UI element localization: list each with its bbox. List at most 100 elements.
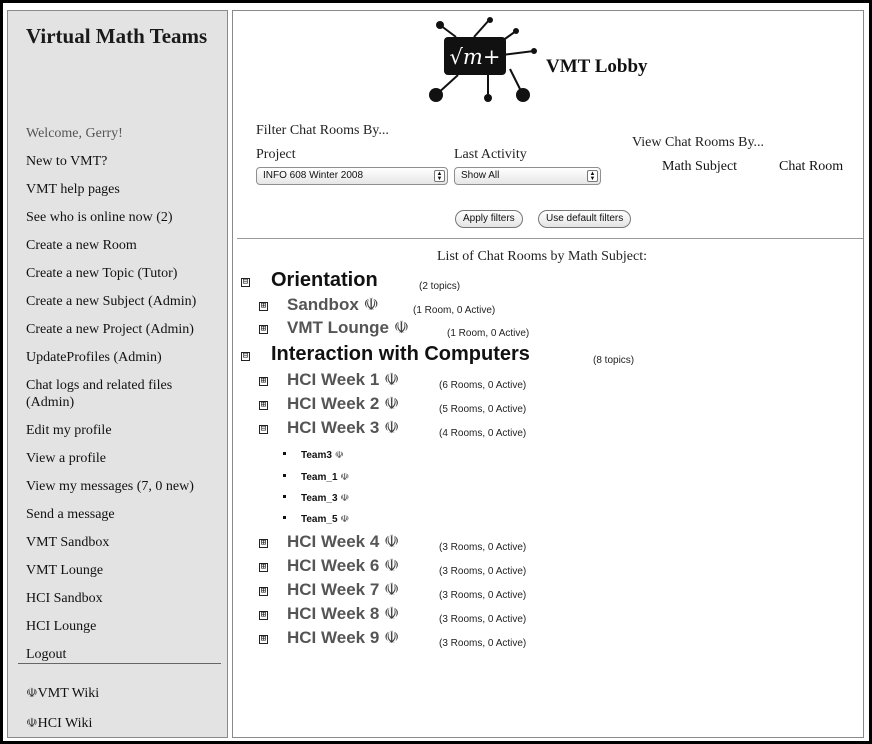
expand-toggle-icon[interactable]: ⊞ <box>259 377 268 386</box>
use-default-filters-button[interactable]: Use default filters <box>538 210 632 228</box>
people-icon: ☫ <box>334 450 344 461</box>
topic-room-count: (3 Rooms, 0 Active) <box>439 566 527 577</box>
sidebar-link-help-pages[interactable]: VMT help pages <box>26 181 120 198</box>
page-title: VMT Lobby <box>546 56 648 77</box>
sidebar-link-vmt-sandbox[interactable]: VMT Sandbox <box>26 534 109 551</box>
collapse-toggle-icon[interactable]: ⊟ <box>241 278 250 287</box>
expand-toggle-icon[interactable]: ⊞ <box>259 325 268 334</box>
logo-text: √m+ <box>450 45 501 69</box>
wiki-icon: ☫ <box>26 686 38 701</box>
people-icon: ☫ <box>340 493 350 504</box>
sidebar-link-edit-profile[interactable]: Edit my profile <box>26 422 112 439</box>
section-divider <box>237 238 863 239</box>
sidebar-link-create-topic[interactable]: Create a new Topic (Tutor) <box>26 265 177 282</box>
sidebar-link-vmt-wiki[interactable]: ☫VMT Wiki <box>26 685 99 702</box>
expand-toggle-icon[interactable]: ⊞ <box>259 401 268 410</box>
subject-topic-count: (2 topics) <box>419 281 461 292</box>
topic-room-count: (6 Rooms, 0 Active) <box>439 380 527 391</box>
people-icon: ☫ <box>363 295 379 315</box>
collapse-toggle-icon[interactable]: ⊟ <box>241 352 250 361</box>
sidebar-link-new-to-vmt[interactable]: New to VMT? <box>26 153 107 170</box>
sidebar-link-who-is-online[interactable]: See who is online now (2) <box>26 209 173 226</box>
topic-title[interactable]: HCI Week 8 ☫ <box>287 604 399 624</box>
topic-room-count: (3 Rooms, 0 Active) <box>439 614 527 625</box>
expand-toggle-icon[interactable]: ⊞ <box>259 635 268 644</box>
people-icon: ☫ <box>384 604 400 624</box>
last-activity-select[interactable]: Show All ▲ ▼ <box>454 167 601 185</box>
sidebar-link-chat-logs[interactable]: Chat logs and related files (Admin) <box>26 377 221 411</box>
vmt-wiki-label: VMT Wiki <box>37 686 100 701</box>
bullet <box>283 452 286 455</box>
select-arrows-icon: ▲ ▼ <box>587 170 598 182</box>
room-link[interactable]: Team3 ☫ <box>301 450 344 461</box>
sidebar-link-vmt-lounge[interactable]: VMT Lounge <box>26 562 103 579</box>
last-activity-label: Last Activity <box>454 147 527 162</box>
sidebar-link-hci-sandbox[interactable]: HCI Sandbox <box>26 590 103 607</box>
sidebar-divider <box>18 663 221 664</box>
project-select-value: INFO 608 Winter 2008 <box>263 170 364 181</box>
topic-room-count: (3 Rooms, 0 Active) <box>439 638 527 649</box>
people-icon: ☫ <box>384 628 400 648</box>
sidebar-link-create-room[interactable]: Create a new Room <box>26 237 137 254</box>
expand-toggle-icon[interactable]: ⊞ <box>259 539 268 548</box>
subject-topic-count: (8 topics) <box>593 355 635 366</box>
sidebar-link-view-profile[interactable]: View a profile <box>26 450 106 467</box>
expand-toggle-icon[interactable]: ⊞ <box>259 563 268 572</box>
sidebar-link-create-project[interactable]: Create a new Project (Admin) <box>26 321 194 338</box>
room-link[interactable]: Team_1 ☫ <box>301 472 349 483</box>
view-by-chat-room-link[interactable]: Chat Room <box>779 159 843 175</box>
people-icon: ☫ <box>384 418 400 438</box>
site-brand: Virtual Math Teams <box>26 24 208 48</box>
collapse-toggle-icon[interactable]: ⊟ <box>259 425 268 434</box>
vmt-logo-icon: √m+ <box>429 17 537 102</box>
project-label: Project <box>256 147 296 162</box>
people-icon: ☫ <box>384 556 400 576</box>
project-select[interactable]: INFO 608 Winter 2008 ▲ ▼ <box>256 167 448 185</box>
view-heading: View Chat Rooms By... <box>632 135 765 150</box>
welcome-text: Welcome, Gerry! <box>26 126 123 141</box>
bullet <box>283 516 286 519</box>
expand-toggle-icon[interactable]: ⊞ <box>259 587 268 596</box>
sidebar-link-send-message[interactable]: Send a message <box>26 506 115 523</box>
people-icon: ☫ <box>384 532 400 552</box>
apply-filters-button[interactable]: Apply filters <box>455 210 523 228</box>
topic-title[interactable]: VMT Lounge ☫ <box>287 318 409 338</box>
topic-title[interactable]: HCI Week 6 ☫ <box>287 556 399 576</box>
topic-title[interactable]: HCI Week 4 ☫ <box>287 532 399 552</box>
filter-heading: Filter Chat Rooms By... <box>256 123 389 138</box>
bullet <box>283 495 286 498</box>
topic-title[interactable]: HCI Week 9 ☫ <box>287 628 399 648</box>
sidebar-link-create-subject[interactable]: Create a new Subject (Admin) <box>26 293 196 310</box>
sidebar: Virtual Math Teams Welcome, Gerry! New t… <box>7 10 228 738</box>
sidebar-link-hci-lounge[interactable]: HCI Lounge <box>26 618 96 635</box>
sidebar-link-view-messages[interactable]: View my messages (7, 0 new) <box>26 478 194 495</box>
main-panel: √m+ VMT Lobby Filter Chat Rooms By... Pr… <box>232 10 864 738</box>
sidebar-link-hci-wiki[interactable]: ☫HCI Wiki <box>26 715 92 732</box>
topic-room-count: (1 Room, 0 Active) <box>413 305 496 316</box>
expand-toggle-icon[interactable]: ⊞ <box>259 611 268 620</box>
sidebar-link-logout[interactable]: Logout <box>26 646 66 663</box>
people-icon: ☫ <box>393 318 409 338</box>
topic-title[interactable]: HCI Week 3 ☫ <box>287 418 399 438</box>
topic-room-count: (4 Rooms, 0 Active) <box>439 428 527 439</box>
topic-title[interactable]: HCI Week 2 ☫ <box>287 394 399 414</box>
room-link[interactable]: Team_5 ☫ <box>301 514 349 525</box>
sidebar-link-update-profiles[interactable]: UpdateProfiles (Admin) <box>26 349 162 366</box>
people-icon: ☫ <box>340 472 350 483</box>
subject-title[interactable]: Interaction with Computers <box>271 343 530 366</box>
last-activity-select-value: Show All <box>461 170 500 181</box>
view-by-math-subject-link[interactable]: Math Subject <box>662 159 737 175</box>
people-icon: ☫ <box>384 580 400 600</box>
people-icon: ☫ <box>384 370 400 390</box>
expand-toggle-icon[interactable]: ⊞ <box>259 302 268 311</box>
hci-wiki-label: HCI Wiki <box>37 716 93 731</box>
subject-title[interactable]: Orientation <box>271 269 378 292</box>
topic-room-count: (5 Rooms, 0 Active) <box>439 404 527 415</box>
topic-title[interactable]: Sandbox ☫ <box>287 295 379 315</box>
room-link[interactable]: Team_3 ☫ <box>301 493 349 504</box>
people-icon: ☫ <box>340 514 350 525</box>
wiki-icon: ☫ <box>26 716 38 731</box>
topic-title[interactable]: HCI Week 7 ☫ <box>287 580 399 600</box>
topic-title[interactable]: HCI Week 1 ☫ <box>287 370 399 390</box>
topic-room-count: (3 Rooms, 0 Active) <box>439 590 527 601</box>
